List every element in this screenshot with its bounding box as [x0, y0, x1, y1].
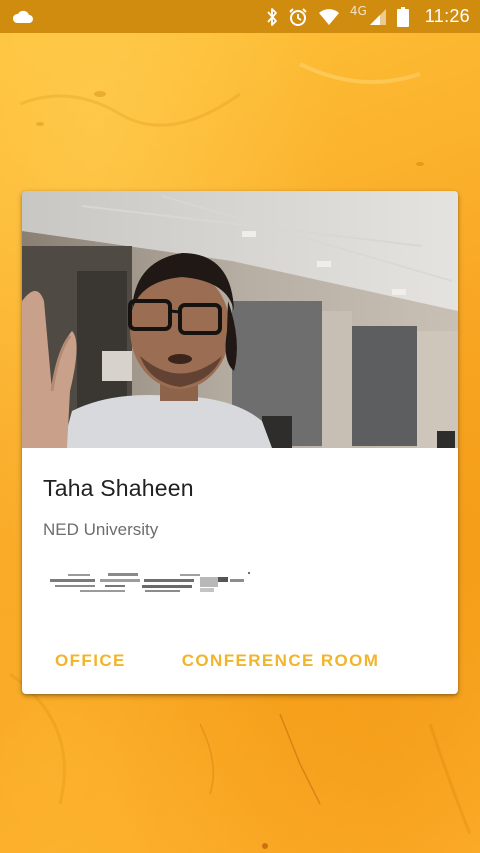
bluetooth-icon — [266, 7, 278, 27]
office-button[interactable]: OFFICE — [44, 643, 137, 679]
status-bar: 4G 11:26 — [0, 0, 480, 33]
app-screen: 4G 11:26 Taha Shaheen NED University OFF… — [0, 0, 480, 853]
contact-card[interactable]: Taha Shaheen NED University OFFICE CONFE… — [22, 191, 458, 694]
cellular-signal-icon — [369, 8, 387, 26]
clock: 11:26 — [424, 6, 470, 26]
alarm-icon — [288, 7, 308, 27]
wifi-icon — [318, 8, 340, 26]
contact-organization: NED University — [43, 520, 159, 539]
card-actions: OFFICE CONFERENCE ROOM — [44, 643, 390, 679]
redacted-contact-info — [50, 572, 250, 592]
network-type-label: 4G — [349, 3, 367, 18]
conference-room-button[interactable]: CONFERENCE ROOM — [171, 643, 391, 679]
profile-photo — [22, 191, 458, 448]
battery-icon — [396, 6, 409, 27]
contact-name: Taha Shaheen — [43, 475, 194, 501]
cloud-icon — [12, 10, 34, 24]
